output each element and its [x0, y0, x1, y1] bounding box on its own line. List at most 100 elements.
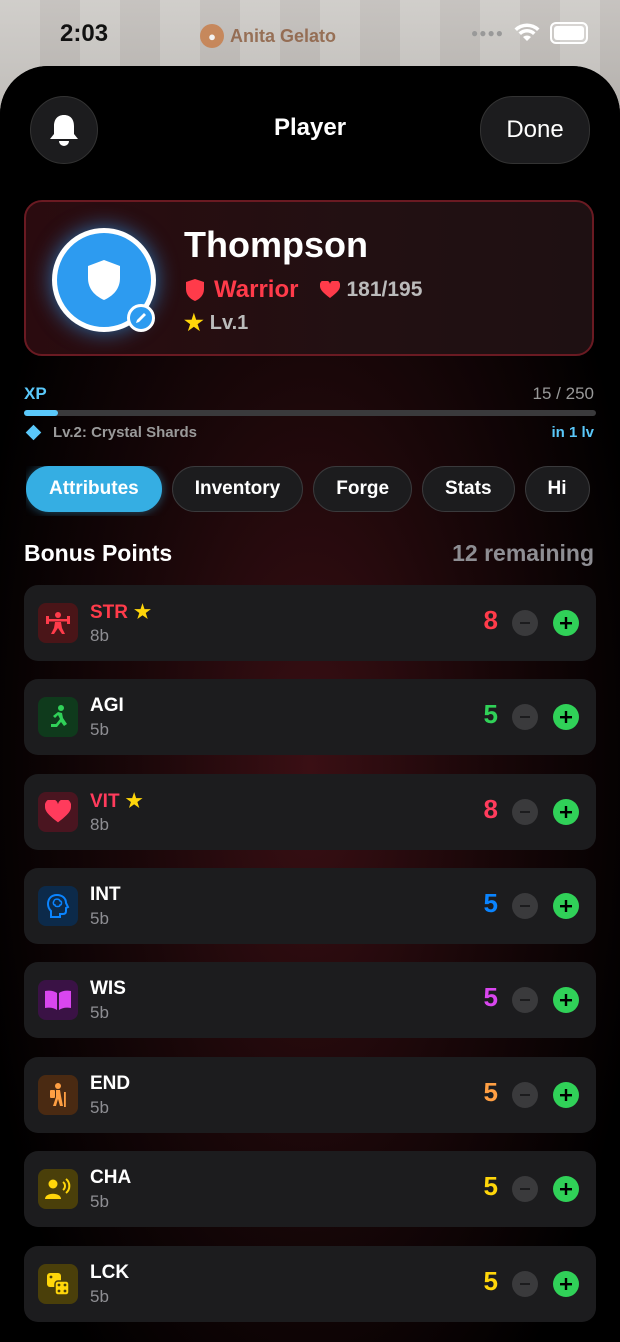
attribute-base: 8b	[90, 815, 109, 834]
attribute-base: 5b	[90, 1003, 109, 1022]
decrease-button[interactable]	[512, 704, 538, 730]
location-indicator: ● Anita Gelato	[200, 24, 336, 48]
diamond-icon	[25, 424, 42, 441]
star-icon: ★	[125, 791, 143, 812]
increase-button[interactable]	[553, 1082, 579, 1108]
tab-stats[interactable]: Stats	[422, 466, 515, 512]
edit-avatar-button[interactable]	[127, 304, 155, 332]
level-row: ★ Lv.1	[184, 310, 248, 336]
increase-button[interactable]	[553, 799, 579, 825]
attribute-base: 5b	[90, 1192, 109, 1211]
xp-value: 15 / 250	[532, 384, 594, 403]
wifi-icon	[514, 23, 540, 41]
plus-icon	[560, 994, 572, 1006]
minus-icon	[520, 716, 530, 718]
xp-label: XP	[24, 384, 47, 403]
attribute-value: 8	[483, 605, 498, 635]
attribute-value: 5	[483, 1171, 498, 1201]
heart-icon	[38, 792, 78, 832]
decrease-button[interactable]	[512, 1082, 538, 1108]
status-time: 2:03	[60, 20, 109, 47]
attribute-row-vit: VIT ★ 8b 8	[24, 774, 596, 850]
attribute-value: 5	[483, 1266, 498, 1296]
hiker-icon	[38, 1075, 78, 1115]
attribute-name: WIS	[90, 978, 126, 999]
attribute-value: 5	[483, 1077, 498, 1107]
status-icons: ●●●●	[471, 22, 588, 44]
decrease-button[interactable]	[512, 987, 538, 1013]
decrease-button[interactable]	[512, 1271, 538, 1297]
next-reward-label: Lv.2: Crystal Shards	[53, 424, 197, 441]
class-row: Warrior 181/195	[184, 276, 422, 304]
attribute-name: VIT	[90, 790, 120, 812]
attribute-row-wis: WIS 5b 5	[24, 962, 596, 1038]
decrease-button[interactable]	[512, 1176, 538, 1202]
attribute-name: CHA	[90, 1167, 132, 1188]
attribute-base: 5b	[90, 1287, 109, 1306]
attribute-base: 5b	[90, 909, 109, 928]
shield-icon	[186, 279, 204, 301]
plus-icon	[560, 1183, 572, 1195]
plus-icon	[560, 1278, 572, 1290]
status-bar: 2:03 ● Anita Gelato ●●●●	[0, 0, 620, 66]
attribute-base: 8b	[90, 626, 109, 645]
hp-value: 181/195	[346, 278, 423, 301]
tab-attributes[interactable]: Attributes	[26, 466, 162, 512]
plus-icon	[560, 1089, 572, 1101]
ice-cream-icon: ●	[200, 24, 224, 48]
tab-inventory[interactable]: Inventory	[171, 466, 304, 512]
decrease-button[interactable]	[512, 610, 538, 636]
attribute-name: END	[90, 1073, 131, 1094]
attribute-name: AGI	[90, 695, 124, 716]
book-icon	[38, 980, 78, 1020]
decrease-button[interactable]	[512, 893, 538, 919]
section-title: Bonus Points	[24, 540, 173, 566]
battery-icon	[550, 22, 588, 44]
player-name: Thompson	[184, 224, 368, 265]
player-sheet: Player Done Thompson Warrior 181/195 ★ L…	[0, 66, 620, 1342]
increase-button[interactable]	[553, 1271, 579, 1297]
attribute-row-cha: CHA 5b 5	[24, 1151, 596, 1227]
weightlifter-icon	[38, 603, 78, 643]
attribute-name: STR	[90, 601, 128, 623]
points-remaining: 12 remaining	[452, 540, 594, 566]
attribute-base: 5b	[90, 720, 109, 739]
player-class: Warrior	[214, 276, 299, 303]
attribute-base: 5b	[90, 1098, 109, 1117]
player-card: Thompson Warrior 181/195 ★ Lv.1	[24, 200, 594, 356]
runner-icon	[38, 697, 78, 737]
plus-icon	[560, 617, 572, 629]
pencil-icon	[136, 313, 146, 323]
plus-icon	[560, 711, 572, 723]
shield-icon	[88, 260, 120, 300]
attribute-value: 5	[483, 982, 498, 1012]
increase-button[interactable]	[553, 893, 579, 919]
increase-button[interactable]	[553, 704, 579, 730]
speaking-person-icon	[38, 1169, 78, 1209]
tab-forge[interactable]: Forge	[313, 466, 413, 512]
dice-icon	[38, 1264, 78, 1304]
minus-icon	[520, 622, 530, 624]
attribute-value: 5	[483, 699, 498, 729]
attribute-value: 8	[483, 794, 498, 824]
decrease-button[interactable]	[512, 799, 538, 825]
tab-bar: Attributes Inventory Forge Stats Hi	[26, 466, 596, 516]
minus-icon	[520, 811, 530, 813]
minus-icon	[520, 1283, 530, 1285]
minus-icon	[520, 999, 530, 1001]
plus-icon	[560, 900, 572, 912]
location-name: Anita Gelato	[230, 25, 337, 46]
done-button[interactable]: Done	[480, 96, 590, 164]
next-reward-eta: in 1 lv	[551, 424, 594, 441]
increase-button[interactable]	[553, 610, 579, 636]
increase-button[interactable]	[553, 987, 579, 1013]
increase-button[interactable]	[553, 1176, 579, 1202]
signal-icon: ●●●●	[471, 26, 504, 40]
minus-icon	[520, 1188, 530, 1190]
attribute-name: INT	[90, 884, 121, 905]
attribute-name: LCK	[90, 1262, 130, 1283]
tab-history[interactable]: Hi	[524, 466, 590, 512]
attribute-value: 5	[483, 888, 498, 918]
next-reward: Lv.2: Crystal Shards	[24, 424, 197, 441]
brain-head-icon	[38, 886, 78, 926]
